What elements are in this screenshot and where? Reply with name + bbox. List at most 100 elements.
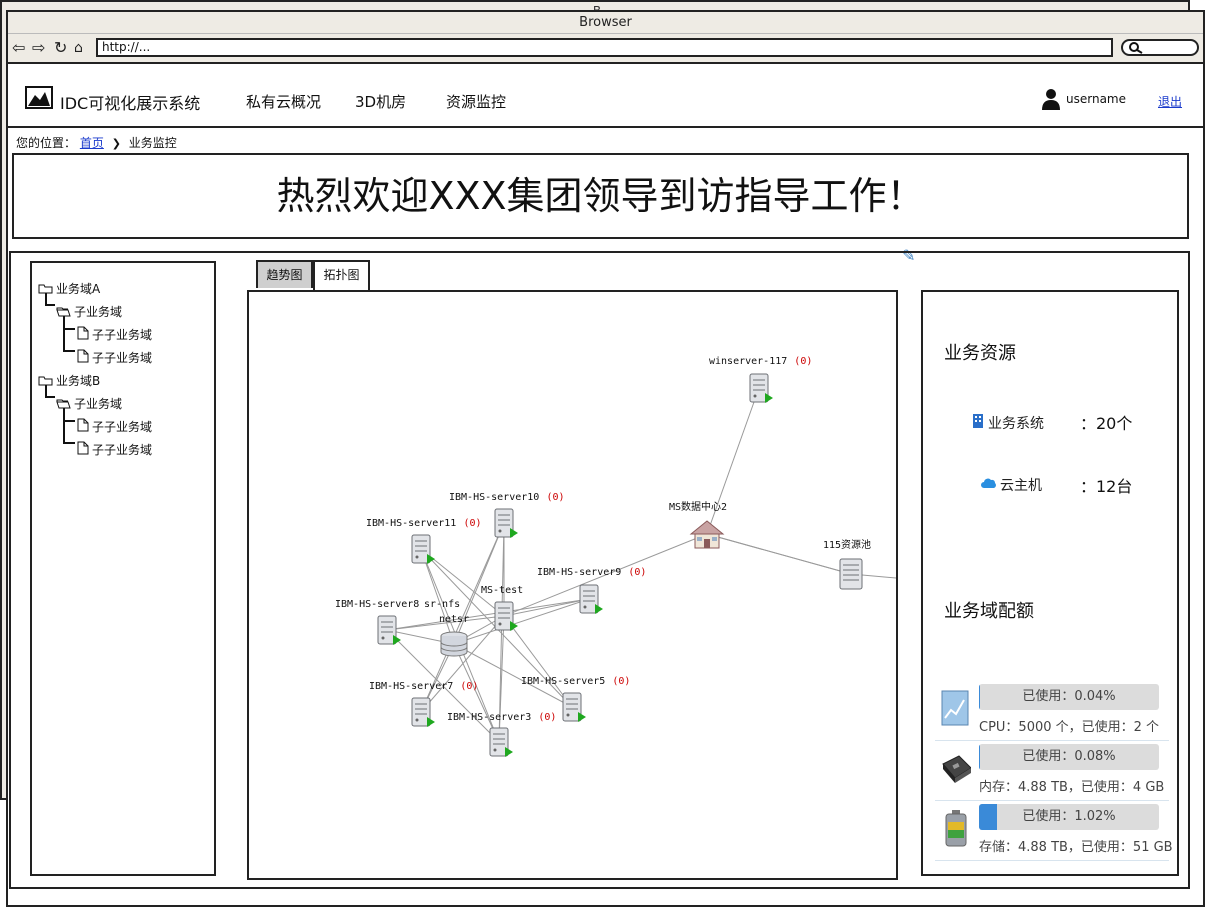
topology-node-count: (0) bbox=[628, 567, 646, 578]
topology-canvas: winserver-117 (0) MS数据中心2 115资源池 IBM-HS-serv… bbox=[247, 290, 898, 880]
reload-icon[interactable]: ↻ bbox=[54, 38, 67, 58]
back-icon[interactable]: ⇦ bbox=[12, 38, 25, 58]
topology-node-count: (0) bbox=[794, 356, 812, 367]
topology-link bbox=[453, 643, 500, 743]
memory-usage-percent: 已使用：0.08% bbox=[1022, 749, 1116, 764]
topology-node-label: MS数据中心2 bbox=[669, 500, 727, 513]
topology-node-dc[interactable]: MS数据中心2 bbox=[669, 500, 727, 549]
cpu-usage-percent: 已使用：0.04% bbox=[1022, 689, 1116, 704]
business-system-label: 业务系统 bbox=[988, 416, 1044, 432]
breadcrumb-home-link[interactable]: 首页 bbox=[80, 136, 104, 150]
logo-icon bbox=[25, 86, 53, 109]
topology-node-count: (0) bbox=[538, 712, 556, 723]
topology-node-label: IBM-HS-server8 bbox=[335, 599, 419, 610]
business-resource-title: 业务资源 bbox=[944, 343, 1016, 364]
chevron-right-icon: ❯ bbox=[111, 137, 121, 150]
tree-item-leaf-a2[interactable]: 子子业务域 bbox=[76, 349, 152, 366]
storage-usage-desc: 存储：4.88 TB，已使用：51 GB bbox=[979, 840, 1173, 855]
topology-node-label: IBM-HS-server7 bbox=[369, 681, 453, 692]
home-icon[interactable]: ⌂ bbox=[74, 38, 83, 58]
memory-usage-bar: 已使用：0.08% bbox=[979, 744, 1159, 770]
building-icon bbox=[973, 414, 983, 428]
tab-trend-chart[interactable]: 趋势图 bbox=[256, 260, 313, 288]
topology-node-label: IBM-HS-server11 bbox=[366, 518, 456, 529]
topology-node-s8[interactable]: IBM-HS-server8 bbox=[335, 599, 419, 646]
memory-usage-desc: 内存：4.88 TB，已使用：4 GB bbox=[979, 780, 1165, 795]
server-icon bbox=[489, 727, 514, 758]
cloud-host-label: 云主机 bbox=[1000, 478, 1042, 494]
topology-node-netsr[interactable]: netsr bbox=[439, 614, 469, 657]
server-icon bbox=[411, 697, 436, 728]
topology-node-winserver[interactable]: winserver-117 (0) bbox=[709, 356, 812, 404]
business-domain-tree: 业务域A 子业务域 子子业务域 子子业务域 业务域B 子业务域 子子业务域 子子… bbox=[30, 261, 216, 876]
cpu-usage-desc: CPU：5000 个，已使用：2 个 bbox=[979, 720, 1160, 735]
topology-node-label: sr-nfs bbox=[424, 599, 460, 610]
quota-storage: 已使用：1.02% 存储：4.88 TB，已使用：51 GB bbox=[935, 802, 1173, 861]
topology-node-s3[interactable]: IBM-HS-server3 (0) bbox=[447, 712, 556, 758]
topology-node-s9[interactable]: IBM-HS-server9 (0) bbox=[537, 567, 646, 615]
server-icon bbox=[562, 692, 587, 723]
nav-3d-room[interactable]: 3D机房 bbox=[355, 91, 406, 112]
logout-link[interactable]: 退出 bbox=[1158, 93, 1182, 110]
cpu-usage-bar: 已使用：0.04% bbox=[979, 684, 1159, 710]
app-header: IDC可视化展示系统 私有云概况 3D机房 资源监控 username 退出 bbox=[8, 66, 1203, 128]
topology-graph: winserver-117 (0) MS数据中心2 115资源池 IBM-HS-serv… bbox=[335, 356, 896, 758]
file-icon bbox=[77, 418, 89, 432]
server-icon bbox=[411, 534, 436, 565]
cloud-host-count: ：12台 bbox=[1080, 477, 1133, 496]
topology-node-count: (0) bbox=[460, 681, 478, 692]
tree-item-leaf-b2[interactable]: 子子业务域 bbox=[76, 441, 152, 458]
forward-icon[interactable]: ⇨ bbox=[32, 38, 45, 58]
topology-node-mstest[interactable]: MS-test bbox=[481, 585, 523, 632]
resource-panel: 业务资源 业务系统 ：20个 云主机 ：12台 业务域配额 已使用：0.04% … bbox=[921, 290, 1179, 876]
server-icon bbox=[749, 373, 774, 404]
topology-node-count: (0) bbox=[612, 676, 630, 687]
tree-item-leaf-b1[interactable]: 子子业务域 bbox=[76, 418, 152, 435]
file-icon bbox=[77, 349, 89, 363]
search-box[interactable] bbox=[1121, 39, 1199, 56]
storage-battery-icon bbox=[945, 810, 967, 847]
topology-node-label: IBM-HS-server5 bbox=[521, 676, 605, 687]
app-name: IDC可视化展示系统 bbox=[60, 94, 201, 113]
quota-memory: 已使用：0.08% 内存：4.88 TB，已使用：4 GB bbox=[935, 742, 1169, 801]
topology-link bbox=[503, 615, 573, 708]
file-icon bbox=[77, 326, 89, 340]
nav-private-cloud[interactable]: 私有云概况 bbox=[246, 91, 321, 112]
address-bar[interactable]: http://... bbox=[96, 38, 1113, 57]
topology-node-s10[interactable]: IBM-HS-server10 (0) bbox=[449, 492, 565, 539]
banner-text: 热烈欢迎XXX集团领导到访指导工作！ bbox=[276, 174, 925, 218]
quota-cpu: 已使用：0.04% CPU：5000 个，已使用：2 个 bbox=[935, 682, 1169, 741]
topology-node-label: IBM-HS-server9 bbox=[537, 567, 621, 578]
nav-resource-monitor[interactable]: 资源监控 bbox=[446, 91, 506, 112]
business-system-count: ：20个 bbox=[1080, 414, 1133, 433]
cpu-chart-icon bbox=[941, 690, 969, 726]
topology-node-count: (0) bbox=[464, 518, 482, 529]
storage-usage-bar: 已使用：1.02% bbox=[979, 804, 1159, 830]
browser-title: Browser bbox=[8, 12, 1203, 34]
server-icon bbox=[579, 584, 604, 615]
server-icon bbox=[494, 508, 519, 539]
storage-icon bbox=[839, 558, 863, 590]
topology-node-count: (0) bbox=[547, 492, 565, 503]
topology-node-srfs[interactable]: sr-nfs bbox=[424, 599, 460, 610]
topology-link bbox=[453, 598, 590, 645]
tab-topology[interactable]: 拓扑图 bbox=[313, 260, 370, 290]
topology-node-label: netsr bbox=[439, 614, 469, 625]
username-label: username bbox=[1066, 92, 1126, 106]
topology-node-pool[interactable]: 115资源池 bbox=[823, 538, 871, 590]
search-icon bbox=[1129, 42, 1143, 54]
topology-node-s11[interactable]: IBM-HS-server11 (0) bbox=[366, 518, 482, 565]
tree-item-leaf-a1[interactable]: 子子业务域 bbox=[76, 326, 152, 343]
user-icon bbox=[1042, 88, 1060, 110]
breadcrumb: 您的位置： 首页 ❯ 业务监控 bbox=[16, 134, 177, 151]
breadcrumb-current: 业务监控 bbox=[128, 136, 177, 150]
welcome-banner: 热烈欢迎XXX集团领导到访指导工作！ ✎ bbox=[12, 153, 1189, 265]
topology-node-label: winserver-117 bbox=[709, 356, 787, 367]
file-icon bbox=[77, 441, 89, 455]
quota-title: 业务域配额 bbox=[944, 601, 1034, 622]
topology-node-label: MS-test bbox=[481, 585, 523, 596]
cloud-icon bbox=[981, 478, 996, 488]
home-icon bbox=[690, 520, 724, 549]
topology-node-label: IBM-HS-server3 bbox=[447, 712, 531, 723]
topology-node-label: IBM-HS-server10 bbox=[449, 492, 539, 503]
